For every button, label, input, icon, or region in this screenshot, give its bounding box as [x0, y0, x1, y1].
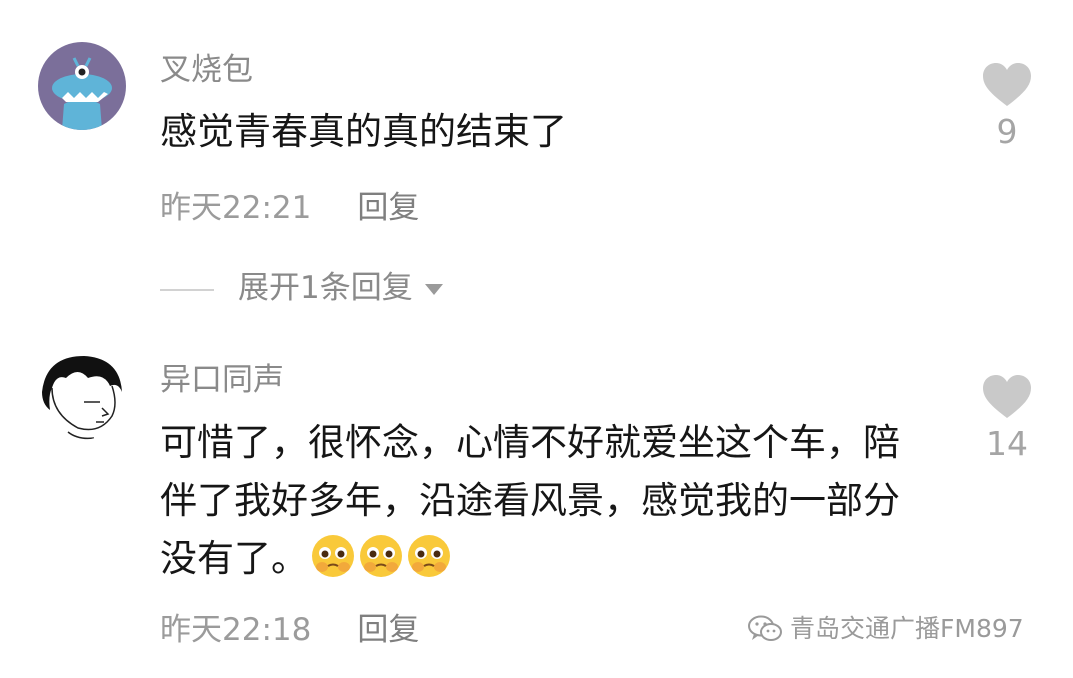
comment-text-block: 可惜了，很怀念，心情不好就爱坐这个车，陪伴了我好多年，沿途看风景，感觉我的一部分… [160, 414, 920, 588]
watermark: 青岛交通广播FM897 [748, 612, 1024, 646]
like-count: 14 [986, 424, 1028, 463]
comment-time: 昨天22:21 [160, 190, 312, 226]
heart-icon [983, 63, 1031, 106]
comment-text: 可惜了，很怀念，心情不好就爱坐这个车，陪伴了我好多年，沿途看风景，感觉我的一部分… [160, 421, 900, 580]
sketch-face-avatar-icon [38, 352, 126, 440]
expand-replies-button[interactable]: 展开1条回复 [160, 268, 443, 308]
watermark-text: 青岛交通广播FM897 [790, 614, 1024, 643]
pleading-face-emoji [312, 535, 354, 577]
reply-button[interactable]: 回复 [357, 190, 419, 226]
username[interactable]: 叉烧包 [160, 50, 253, 90]
like-button[interactable]: 14 [975, 374, 1039, 464]
pleading-face-emoji [408, 535, 450, 577]
avatar[interactable] [38, 352, 126, 440]
wechat-icon [748, 615, 782, 641]
comment-meta: 昨天22:18 回复 [160, 610, 419, 650]
comment-text: 感觉青春真的真的结束了 [160, 110, 567, 153]
reply-button[interactable]: 回复 [357, 612, 419, 648]
username[interactable]: 异口同声 [160, 360, 284, 400]
comment-meta: 昨天22:21 回复 [160, 188, 419, 228]
heart-icon [983, 375, 1031, 418]
divider-line [160, 288, 214, 291]
triangle-down-icon [424, 284, 443, 295]
avatar[interactable] [38, 42, 126, 130]
expand-replies-label: 展开1条回复 [238, 270, 413, 306]
pleading-face-emoji [360, 535, 402, 577]
like-count: 9 [996, 112, 1018, 151]
comment-time: 昨天22:18 [160, 612, 312, 648]
monster-avatar-icon [38, 42, 126, 130]
like-button[interactable]: 9 [975, 62, 1039, 152]
